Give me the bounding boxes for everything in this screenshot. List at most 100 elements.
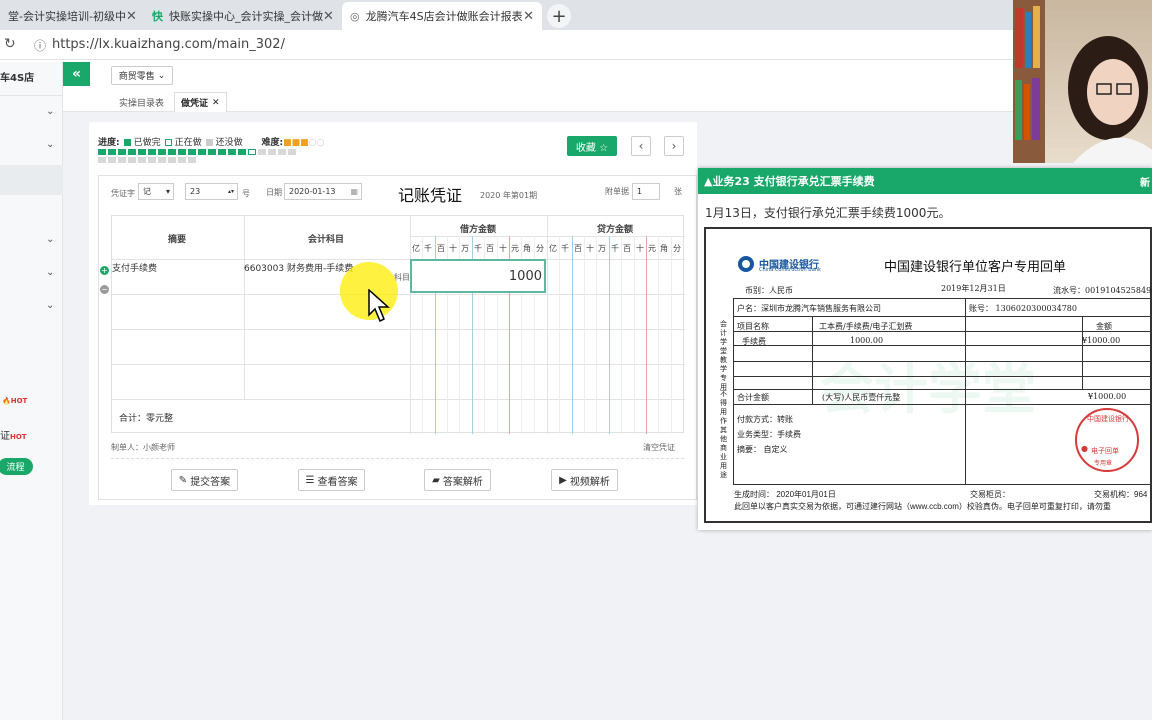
tab-catalog[interactable]: 实操目录表 — [113, 92, 170, 112]
receipt-line — [733, 345, 1152, 346]
new-tab-button[interactable]: + — [547, 4, 571, 28]
tab-voucher[interactable]: 做凭证 ✕ — [174, 92, 227, 112]
progress-cell[interactable] — [128, 157, 136, 163]
task-header: ▲业务23 支付银行承兑汇票手续费新 — [698, 168, 1152, 194]
close-icon[interactable]: ✕ — [212, 98, 220, 108]
grid-line — [621, 236, 622, 434]
collect-button[interactable]: 收藏 ☆ — [567, 136, 617, 156]
receipt-line — [965, 404, 966, 484]
digit-label: 千 — [424, 244, 432, 253]
progress-cell[interactable] — [268, 149, 276, 155]
prev-button[interactable]: ‹ — [631, 136, 651, 156]
progress-cell[interactable] — [178, 149, 186, 155]
chevron-down-icon[interactable]: ⌄ — [46, 267, 54, 278]
browser-tab[interactable]: 快 快账实操中心_会计实操_会计做 ✕ — [144, 2, 340, 30]
digit-label: 百 — [574, 244, 582, 253]
chevron-down-icon[interactable]: ⌄ — [46, 300, 54, 311]
progress-cell[interactable] — [98, 157, 106, 163]
voucher-type-select[interactable]: 记 ▾ — [138, 183, 174, 200]
grid-line — [671, 236, 672, 434]
info-icon[interactable]: ⓘ — [34, 37, 46, 54]
attach-suffix: 张 — [674, 187, 682, 196]
debit-amount-input[interactable]: 1000 — [410, 259, 546, 293]
digit-label: 角 — [660, 244, 668, 253]
digit-label: 千 — [611, 244, 619, 253]
row-summary[interactable]: 支付手续费 — [112, 261, 157, 274]
next-button[interactable]: › — [664, 136, 684, 156]
receipt-line — [733, 404, 1152, 405]
progress-cell[interactable] — [258, 149, 266, 155]
progress-cell[interactable] — [158, 157, 166, 163]
progress-cell[interactable] — [188, 149, 196, 155]
stepper-icon[interactable]: ▴▾ — [228, 188, 234, 195]
caret-down-icon: ▾ — [165, 187, 170, 196]
date-input[interactable]: 2020-01-13 ▦ — [284, 183, 362, 200]
grid-line — [646, 236, 647, 434]
sidebar — [0, 62, 63, 720]
progress-cell[interactable] — [218, 149, 226, 155]
chevron-down-icon[interactable]: ⌄ — [46, 139, 54, 150]
answer-analysis-button[interactable]: ▰ 答案解析 — [424, 469, 491, 491]
progress-cell[interactable] — [208, 149, 216, 155]
clear-voucher-link[interactable]: 清空凭证 — [643, 442, 675, 453]
progress-cell[interactable] — [138, 149, 146, 155]
submit-answer-button[interactable]: ✎ 提交答案 — [171, 469, 238, 491]
progress-cell[interactable] — [158, 149, 166, 155]
row-account[interactable]: 6603003 财务费用-手续费 — [244, 261, 353, 274]
grid-line — [572, 236, 573, 434]
view-answer-button[interactable]: ☰ 查看答案 — [298, 469, 365, 491]
grid-line — [634, 236, 635, 434]
progress-cell[interactable] — [148, 157, 156, 163]
progress-cell[interactable] — [228, 149, 236, 155]
bank-name-en: China Construction Bank — [759, 267, 821, 273]
progress-cell[interactable] — [178, 157, 186, 163]
close-icon[interactable]: ✕ — [126, 9, 137, 24]
progress-cell[interactable] — [168, 149, 176, 155]
digit-label: 百 — [437, 244, 445, 253]
sidebar-item-active[interactable] — [0, 165, 63, 195]
browser-tab-active[interactable]: ◎ 龙腾汽车4S店会计做账会计报表 ✕ — [342, 2, 542, 30]
progress-cell[interactable] — [238, 149, 246, 155]
progress-cell[interactable] — [248, 149, 256, 155]
industry-dropdown[interactable]: 商贸零售 ⌄ — [111, 66, 173, 85]
item-header: 项目名称 — [737, 322, 769, 331]
progress-cell[interactable] — [288, 149, 296, 155]
progress-cell[interactable] — [188, 157, 196, 163]
voucher-period: 2020 年第01期 — [480, 191, 538, 200]
voucher-number-input[interactable]: 23 ▴▾ — [185, 183, 238, 200]
add-row-icon[interactable]: + — [100, 266, 109, 275]
url-field[interactable]: https://lx.kuaizhang.com/main_302/ — [52, 37, 285, 52]
progress-cell[interactable] — [108, 157, 116, 163]
flow-button[interactable]: 流程 — [0, 458, 33, 475]
remove-row-icon[interactable]: − — [100, 285, 109, 294]
collapse-sidebar-button[interactable]: « — [63, 62, 90, 86]
browser-tab[interactable]: 堂-会计实操培训-初级中 ✕ — [0, 2, 140, 30]
progress-cell[interactable] — [98, 149, 106, 155]
progress-cell[interactable] — [138, 157, 146, 163]
debit-header: 借方金额 — [460, 225, 497, 235]
voucher-total: 合计：零元整 — [119, 414, 174, 424]
video-analysis-button[interactable]: ▶ 视频解析 — [551, 469, 618, 491]
mouse-cursor-icon — [368, 289, 390, 323]
biz-type: 业务类型：手续费 — [737, 430, 801, 439]
progress-cell[interactable] — [278, 149, 286, 155]
fee-header: 工本费/手续费/电子汇划费 — [819, 322, 913, 331]
close-icon[interactable]: ✕ — [523, 9, 534, 24]
progress-cell[interactable] — [198, 149, 206, 155]
close-icon[interactable]: ✕ — [323, 9, 334, 24]
reload-icon[interactable]: ↻ — [4, 36, 16, 52]
new-window-link[interactable]: 新 — [1140, 174, 1150, 189]
progress-cell[interactable] — [148, 149, 156, 155]
progress-cell[interactable] — [108, 149, 116, 155]
chevron-down-icon[interactable]: ⌄ — [46, 106, 54, 117]
receipt-line — [812, 389, 813, 404]
progress-cell[interactable] — [128, 149, 136, 155]
grid-line — [584, 236, 585, 434]
chevron-down-icon[interactable]: ⌄ — [46, 234, 54, 245]
progress-cell[interactable] — [118, 157, 126, 163]
progress-cell[interactable] — [168, 157, 176, 163]
attach-count-input[interactable]: 1 — [632, 183, 660, 200]
top-nav — [63, 62, 1152, 90]
sidebar-item-voucher[interactable]: 证HOT — [0, 427, 27, 442]
progress-cell[interactable] — [118, 149, 126, 155]
